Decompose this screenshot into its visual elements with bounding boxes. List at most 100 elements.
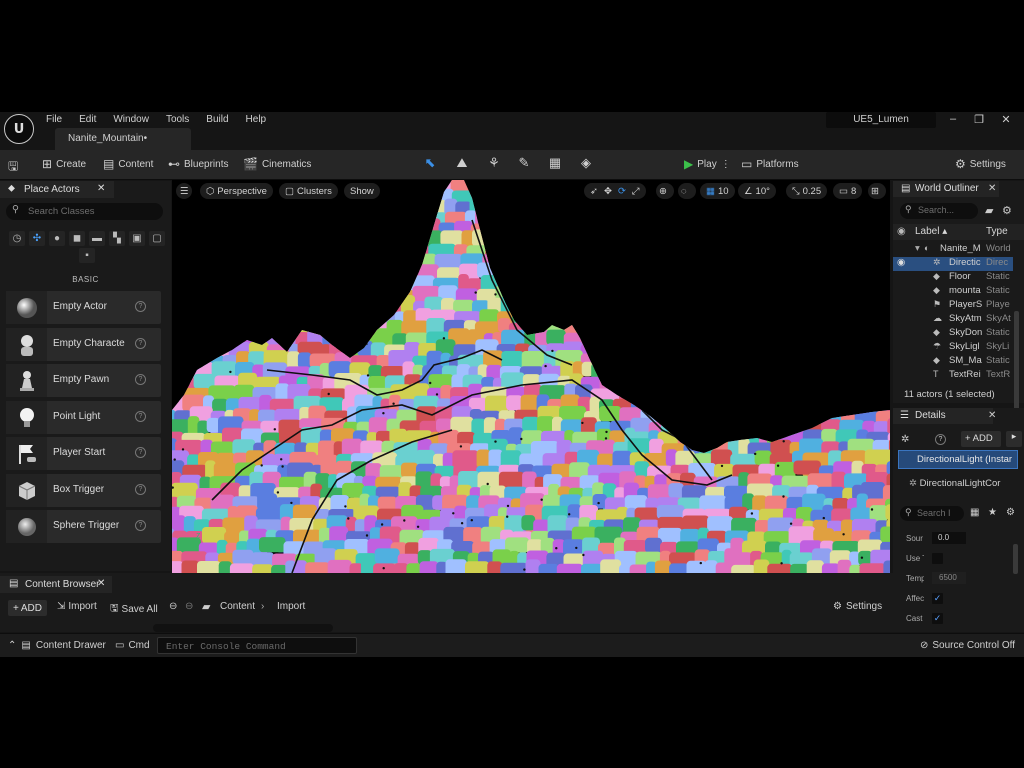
play-options-icon[interactable]: ⋮ xyxy=(721,159,731,170)
outliner-row[interactable]: ☁ SkyAtm SkyAt xyxy=(893,313,1013,327)
folder-icon[interactable]: ▰ xyxy=(202,600,210,613)
outliner-row[interactable]: ◆ mounta Static xyxy=(893,285,1013,299)
basic-icon[interactable]: ✣ xyxy=(29,231,45,246)
breadcrumb-content[interactable]: Content xyxy=(220,601,255,612)
help-icon[interactable]: ? xyxy=(935,434,946,445)
help-icon[interactable]: ? xyxy=(135,520,146,531)
scale-snap-button[interactable]: ⤡ 0.25 xyxy=(786,183,828,199)
lights-icon[interactable]: ● xyxy=(49,231,65,246)
restore-icon[interactable]: ❐ xyxy=(971,113,987,127)
actor-player-start[interactable]: Player Start ? xyxy=(6,437,161,470)
outliner-row[interactable]: ▾ ◐ Nanite_M World xyxy=(893,243,1013,257)
add-component-button[interactable]: + ADD xyxy=(961,431,1001,447)
settings-button[interactable]: ⚙ Settings xyxy=(955,157,1006,171)
star-icon[interactable]: ★ xyxy=(988,507,997,518)
content-search-input[interactable] xyxy=(153,624,333,632)
camera-speed-button[interactable]: ▭ 8 xyxy=(833,183,863,199)
help-icon[interactable]: ? xyxy=(135,301,146,312)
visibility-icon[interactable]: ◉ xyxy=(897,226,906,237)
help-icon[interactable]: ? xyxy=(135,411,146,422)
level-tab[interactable]: Nanite_Mountain• xyxy=(55,128,191,150)
details-search-input[interactable]: ⚲ Search I xyxy=(900,506,964,521)
help-icon[interactable]: ? xyxy=(135,447,146,458)
select-mode-icon[interactable]: ⬉ xyxy=(421,155,439,173)
geometry-icon[interactable]: ▣ xyxy=(129,231,145,246)
viewport-menu-icon[interactable]: ☰ xyxy=(176,183,192,199)
content-settings-button[interactable]: ⚙ Settings xyxy=(833,601,882,612)
unreal-logo-icon[interactable]: U xyxy=(4,114,34,144)
cmd-button[interactable]: ▭ Cmd xyxy=(115,640,150,651)
shapes-icon[interactable]: ◼ xyxy=(69,231,85,246)
selected-instance-row[interactable]: DirectionalLight (Instar xyxy=(898,450,1018,469)
fracture-mode-icon[interactable]: ▦ xyxy=(546,155,564,173)
play-button[interactable]: ▶ Play ⋮ xyxy=(684,157,731,171)
search-classes-input[interactable]: ⚲ Search Classes xyxy=(6,203,163,220)
close-tab-icon[interactable]: ✕ xyxy=(988,183,996,194)
foliage-mode-icon[interactable]: ⚘ xyxy=(485,155,503,173)
type-column-header[interactable]: Type xyxy=(986,226,1008,237)
actor-point-light[interactable]: Point Light ? xyxy=(6,401,161,434)
expand-arrow-icon[interactable]: ▾ xyxy=(915,243,920,254)
settings-gear-icon[interactable]: ⚙ xyxy=(1002,204,1012,217)
paint-mode-icon[interactable]: ✎ xyxy=(515,155,533,173)
actor-box-trigger[interactable]: Box Trigger ? xyxy=(6,474,161,507)
blueprints-button[interactable]: ⊷ Blueprints xyxy=(168,157,228,171)
world-space-icon[interactable]: ⊕ xyxy=(656,183,674,199)
close-tab-icon[interactable]: ✕ xyxy=(97,183,105,194)
scale-tool-icon[interactable]: ⤢ xyxy=(632,186,640,197)
folder-add-icon[interactable]: ▰ xyxy=(985,204,993,217)
recent-icon[interactable]: ◷ xyxy=(9,231,25,246)
menu-file[interactable]: File xyxy=(46,114,62,125)
menu-edit[interactable]: Edit xyxy=(79,114,96,125)
close-tab-icon[interactable]: ✕ xyxy=(97,578,105,589)
label-column-header[interactable]: Label ▴ xyxy=(915,226,947,237)
viewport-layout-icon[interactable]: ⊞ xyxy=(868,183,886,199)
content-button[interactable]: ▤ Content xyxy=(103,157,153,171)
gear-icon[interactable]: ⚙ xyxy=(1006,507,1015,518)
all-classes-icon[interactable]: ▪ xyxy=(79,248,95,263)
outliner-row[interactable]: ☂ SkyLigl SkyLi xyxy=(893,341,1013,355)
select-tool-icon[interactable]: ➶ xyxy=(590,186,598,197)
table-view-icon[interactable]: ▦ xyxy=(970,507,979,518)
visual-effects-icon[interactable]: ▚ xyxy=(109,231,125,246)
world-outliner-tab[interactable]: ▤ World Outliner xyxy=(893,181,999,197)
back-icon[interactable]: ⊖ xyxy=(169,601,177,612)
create-button[interactable]: ⊞ Create xyxy=(42,157,86,171)
show-mode-button[interactable]: ▢ Clusters xyxy=(279,183,338,199)
surface-snap-icon[interactable]: ◌ xyxy=(678,183,696,199)
outliner-row[interactable]: ⚑ PlayerS Playe xyxy=(893,299,1013,313)
content-browser-tab[interactable]: ▤ Content Browser ✕ xyxy=(0,576,112,593)
actor-empty-pawn[interactable]: Empty Pawn ? xyxy=(6,364,161,397)
actor-empty-actor[interactable]: Empty Actor ? xyxy=(6,291,161,324)
menu-tools[interactable]: Tools xyxy=(166,114,189,125)
close-window-icon[interactable]: ✕ xyxy=(998,113,1014,127)
cinematics-button[interactable]: 🎬 Cinematics xyxy=(243,157,311,171)
menu-help[interactable]: Help xyxy=(246,114,267,125)
platforms-button[interactable]: ▭ Platforms xyxy=(741,157,799,171)
component-row[interactable]: ✲ DirectionalLightCor xyxy=(909,478,1021,489)
lock-actor-icon[interactable]: ✲ xyxy=(901,434,909,445)
temperature-input[interactable]: 6500 xyxy=(932,572,966,584)
modeling-mode-icon[interactable]: ◈ xyxy=(577,155,595,173)
outliner-row[interactable]: ◆ SM_Ma Static xyxy=(893,355,1013,369)
landscape-mode-icon[interactable]: ⛰ xyxy=(453,155,471,173)
move-tool-icon[interactable]: ✥ xyxy=(604,186,612,197)
save-icon[interactable]: 🖫 xyxy=(8,157,18,178)
minimize-icon[interactable]: ‒ xyxy=(945,113,961,127)
outliner-row[interactable]: ◆ Floor Static xyxy=(893,271,1013,285)
rotation-snap-button[interactable]: ∠ 10° xyxy=(738,183,776,199)
source-control-button[interactable]: ⊘ Source Control Off xyxy=(920,640,1015,651)
rotate-tool-icon[interactable]: ⟳ xyxy=(618,186,626,197)
blueprint-add-icon[interactable]: ▸ xyxy=(1006,431,1022,447)
save-all-button[interactable]: 🖫 Save All xyxy=(110,601,158,618)
content-drawer-button[interactable]: ⌃ ▤ Content Drawer xyxy=(8,640,106,651)
help-icon[interactable]: ? xyxy=(135,484,146,495)
breadcrumb-import[interactable]: Import xyxy=(277,601,305,612)
visibility-icon[interactable]: ◉ xyxy=(897,257,905,268)
affects-world-checkbox[interactable]: ✓ xyxy=(932,593,943,604)
use-temperature-checkbox[interactable] xyxy=(932,553,943,564)
volumes-icon[interactable]: ▢ xyxy=(149,231,165,246)
details-tab[interactable]: ☰ Details xyxy=(893,408,993,424)
forward-icon[interactable]: ⊖ xyxy=(185,601,193,612)
cinematic-icon[interactable]: ▬ xyxy=(89,231,105,246)
